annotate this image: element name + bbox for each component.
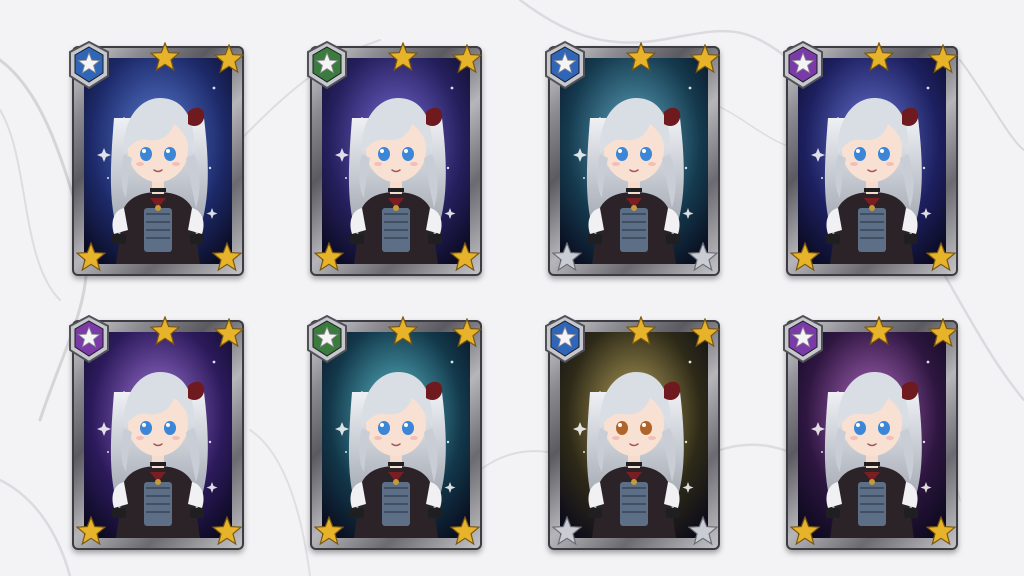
- corner-star-icon: [926, 516, 956, 546]
- rank-star-icon: [388, 316, 418, 346]
- corner-star-icon: [790, 516, 820, 546]
- card-5[interactable]: [69, 314, 244, 550]
- corner-star-icon: [76, 516, 106, 546]
- rank-star-icon: [626, 316, 656, 346]
- star-shield-icon: [69, 40, 109, 90]
- card-8[interactable]: [783, 314, 958, 550]
- card-1[interactable]: [69, 40, 244, 276]
- corner-star-icon: [314, 242, 344, 272]
- corner-star-icon: [212, 242, 242, 272]
- rank-star-icon: [928, 318, 958, 348]
- corner-star-icon: [212, 516, 242, 546]
- rank-star-icon: [388, 42, 418, 72]
- card-3[interactable]: [545, 40, 720, 276]
- corner-star-icon: [314, 516, 344, 546]
- rank-star-icon: [150, 316, 180, 346]
- corner-star-icon: [790, 242, 820, 272]
- card-4[interactable]: [783, 40, 958, 276]
- rank-star-icon: [214, 44, 244, 74]
- rank-star-icon: [452, 44, 482, 74]
- corner-star-icon: [688, 516, 718, 546]
- corner-star-icon: [552, 242, 582, 272]
- rank-star-icon: [864, 42, 894, 72]
- card-2[interactable]: [307, 40, 482, 276]
- rank-star-icon: [864, 316, 894, 346]
- star-shield-icon: [69, 314, 109, 364]
- star-shield-icon: [307, 314, 347, 364]
- star-shield-icon: [545, 314, 585, 364]
- corner-star-icon: [552, 516, 582, 546]
- corner-star-icon: [688, 242, 718, 272]
- card-grid: [0, 0, 1024, 576]
- corner-star-icon: [76, 242, 106, 272]
- corner-star-icon: [450, 242, 480, 272]
- star-shield-icon: [783, 314, 823, 364]
- rank-star-icon: [626, 42, 656, 72]
- star-shield-icon: [783, 40, 823, 90]
- rank-star-icon: [150, 42, 180, 72]
- rank-star-icon: [214, 318, 244, 348]
- star-shield-icon: [307, 40, 347, 90]
- card-6[interactable]: [307, 314, 482, 550]
- corner-star-icon: [450, 516, 480, 546]
- corner-star-icon: [926, 242, 956, 272]
- rank-star-icon: [928, 44, 958, 74]
- star-shield-icon: [545, 40, 585, 90]
- rank-star-icon: [690, 44, 720, 74]
- rank-star-icon: [690, 318, 720, 348]
- rank-star-icon: [452, 318, 482, 348]
- card-7[interactable]: [545, 314, 720, 550]
